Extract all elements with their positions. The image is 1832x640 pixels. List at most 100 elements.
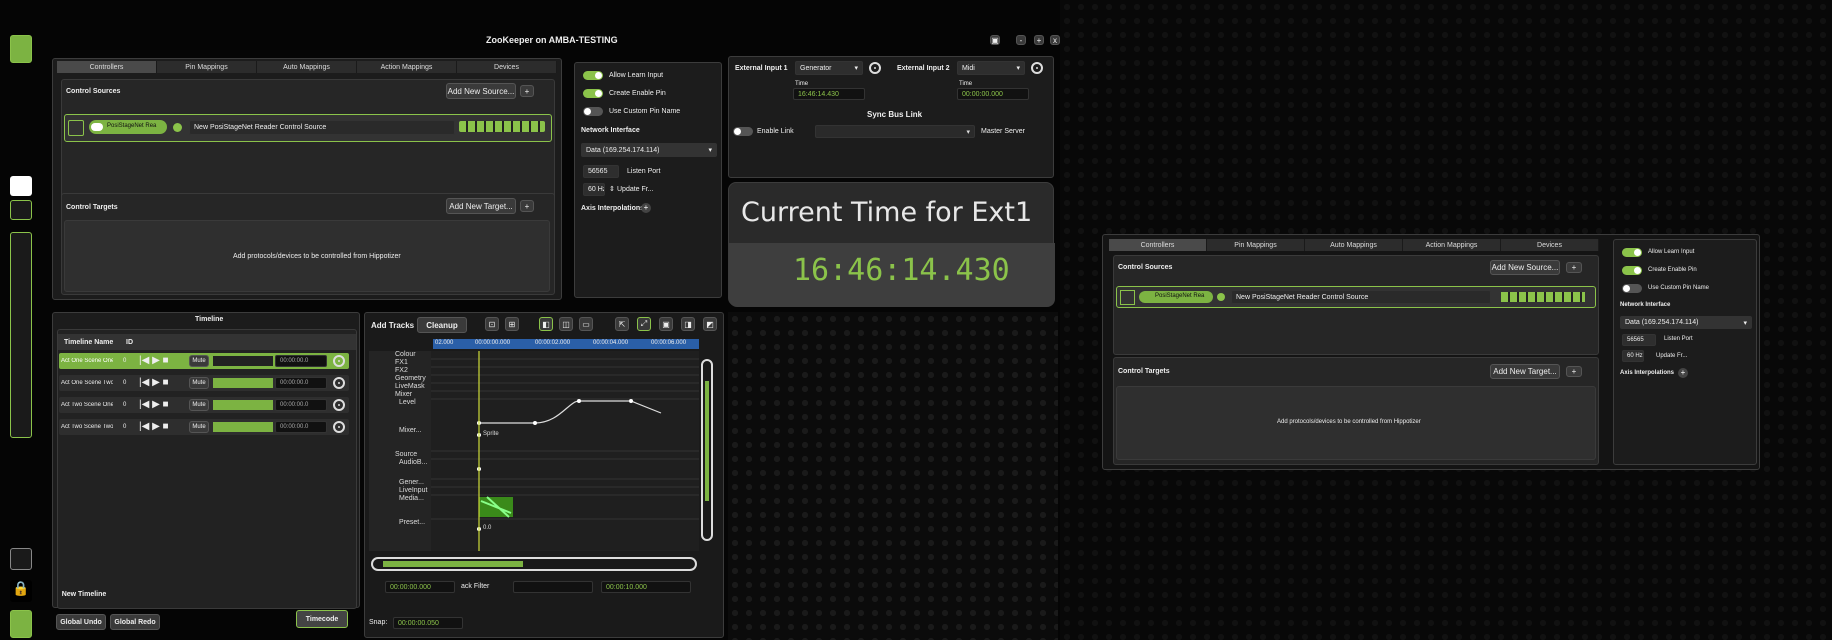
lock-icon[interactable]: 🔒 xyxy=(10,580,32,602)
toolbar-icon-c[interactable]: ◧ xyxy=(539,317,553,331)
new-timeline-button[interactable]: New Timeline xyxy=(59,587,109,601)
zoom-source-name-field[interactable]: New PosiStageNet Reader Control Source xyxy=(1231,290,1491,304)
track-area[interactable]: Colour FX1 FX2 Geometry LiveMask Mixer L… xyxy=(369,351,699,551)
list-icon[interactable] xyxy=(10,548,32,570)
zoom-create-enable-toggle[interactable] xyxy=(1622,266,1642,275)
enable-link-toggle[interactable] xyxy=(733,127,753,136)
add-target-plus-button[interactable]: + xyxy=(520,200,534,212)
custom-pin-toggle[interactable] xyxy=(583,107,603,116)
zoom-source-type-pill[interactable]: PosiStageNet Rea xyxy=(1139,291,1213,303)
timeline-row[interactable]: Act One Scene Two 0 |◀ ▶ ■ Mute 00:00:00… xyxy=(59,375,349,391)
network-interface-select[interactable]: Data (169.254.174.114) ▾ xyxy=(581,143,717,157)
global-redo-button[interactable]: Global Redo xyxy=(110,614,160,630)
zoom-port-field[interactable]: 56565 xyxy=(1622,334,1656,346)
hippo-user-icon[interactable] xyxy=(10,610,32,638)
tab-pin-mappings[interactable]: Pin Mappings xyxy=(157,61,257,73)
window-pin-icon[interactable]: ▣ xyxy=(990,35,1000,45)
horizontal-scroll-thumb[interactable] xyxy=(383,561,523,567)
allow-learn-toggle[interactable] xyxy=(583,71,603,80)
zoom-tab-controllers[interactable]: Controllers xyxy=(1109,239,1207,251)
tab-controllers[interactable]: Controllers xyxy=(57,61,157,73)
window-close-button[interactable]: x xyxy=(1050,35,1060,45)
range-start-field[interactable]: 00:00:00.000 xyxy=(385,581,455,593)
source-toggle[interactable] xyxy=(91,123,103,131)
add-new-source-button[interactable]: Add New Source... xyxy=(446,83,516,99)
source-type-pill[interactable]: PosiStageNet Rea xyxy=(89,120,167,134)
zoom-add-source-button[interactable]: Add New Source... xyxy=(1490,260,1560,275)
add-source-plus-button[interactable]: + xyxy=(520,85,534,97)
zoom-source-row[interactable]: PosiStageNet Rea New PosiStageNet Reader… xyxy=(1116,286,1596,308)
zoom-tab-pin-mappings[interactable]: Pin Mappings xyxy=(1207,239,1305,251)
source-checkbox[interactable] xyxy=(68,120,84,136)
add-new-target-button[interactable]: Add New Target... xyxy=(446,198,516,214)
columns-icon[interactable] xyxy=(10,176,32,196)
toolbar-icon-f[interactable]: ⇱ xyxy=(615,317,629,331)
zookeeper-logo-icon[interactable] xyxy=(10,35,32,63)
toolbar-icon-b[interactable]: ⊞ xyxy=(505,317,519,331)
transport-icon[interactable]: |◀ ▶ ■ xyxy=(139,355,169,366)
create-enable-toggle[interactable] xyxy=(583,89,603,98)
mute-button[interactable]: Mute xyxy=(189,355,209,367)
external-input-2-settings-icon[interactable] xyxy=(1031,62,1043,74)
external-input-1-select[interactable]: Generator ▾ xyxy=(795,61,863,75)
mute-button[interactable]: Mute xyxy=(189,421,209,433)
window-minimize-button[interactable]: - xyxy=(1016,35,1026,45)
zoom-tab-auto-mappings[interactable]: Auto Mappings xyxy=(1305,239,1403,251)
toolbar-icon-d[interactable]: ◫ xyxy=(559,317,573,331)
vertical-scrollbar[interactable] xyxy=(701,359,713,541)
zoom-source-info-icon[interactable] xyxy=(1217,293,1225,301)
tab-devices[interactable]: Devices xyxy=(457,61,557,73)
vertical-scroll-thumb[interactable] xyxy=(705,381,709,501)
zoom-add-source-plus-button[interactable]: + xyxy=(1566,262,1582,273)
zoom-custom-pin-toggle[interactable] xyxy=(1622,284,1642,293)
toolbar-icon-i[interactable]: ◨ xyxy=(681,317,695,331)
transport-icon[interactable]: |◀ ▶ ■ xyxy=(139,399,169,410)
toolbar-icon-j[interactable]: ◩ xyxy=(703,317,717,331)
tab-action-mappings[interactable]: Action Mappings xyxy=(357,61,457,73)
master-server-select[interactable]: ▾ xyxy=(815,125,975,138)
timeline-row-settings-icon[interactable] xyxy=(333,355,345,367)
timeline-row[interactable]: Act Two Scene Two 0 |◀ ▶ ■ Mute 00:00:00… xyxy=(59,419,349,435)
listen-port-field[interactable]: 56565 xyxy=(583,165,619,178)
toolbar-icon-a[interactable]: ⊡ xyxy=(485,317,499,331)
global-undo-button[interactable]: Global Undo xyxy=(56,614,106,630)
automation-curve[interactable] xyxy=(369,351,699,551)
window-maximize-button[interactable]: + xyxy=(1034,35,1044,45)
zoom-rate-field[interactable]: 60 Hz xyxy=(1622,350,1644,362)
mute-button[interactable]: Mute xyxy=(189,399,209,411)
cleanup-button[interactable]: Cleanup xyxy=(417,317,467,333)
horizontal-scrollbar[interactable] xyxy=(371,557,697,571)
mapping-icon[interactable] xyxy=(10,200,32,220)
external-input-1-settings-icon[interactable] xyxy=(869,62,881,74)
range-end-field[interactable]: 00:00:10.000 xyxy=(601,581,691,593)
zoom-source-checkbox[interactable] xyxy=(1120,290,1135,305)
source-row[interactable]: PosiStageNet Rea New PosiStageNet Reader… xyxy=(64,114,552,142)
zoom-axis-add-icon[interactable]: + xyxy=(1678,368,1688,378)
timeline-row-settings-icon[interactable] xyxy=(333,421,345,433)
add-tracks-label[interactable]: Add Tracks xyxy=(371,321,414,330)
update-rate-field[interactable]: 60 Hz xyxy=(583,183,605,196)
transport-icon[interactable]: |◀ ▶ ■ xyxy=(139,377,169,388)
toolbar-icon-e[interactable]: ▭ xyxy=(579,317,593,331)
zoom-add-target-button[interactable]: Add New Target... xyxy=(1490,364,1560,379)
timecode-button[interactable]: Timecode xyxy=(296,610,348,628)
mute-button[interactable]: Mute xyxy=(189,377,209,389)
transport-icon[interactable]: |◀ ▶ ■ xyxy=(139,421,169,432)
zoom-network-select[interactable]: Data (169.254.174.114) ▾ xyxy=(1620,316,1752,329)
track-filter-field[interactable] xyxy=(513,581,593,593)
zoom-tab-devices[interactable]: Devices xyxy=(1501,239,1599,251)
external-input-2-select[interactable]: Midi ▾ xyxy=(957,61,1025,75)
axis-add-icon[interactable]: + xyxy=(641,203,651,213)
zoom-allow-learn-toggle[interactable] xyxy=(1622,248,1642,257)
toolbar-icon-h[interactable]: ▣ xyxy=(659,317,673,331)
sidebar-slot-strip[interactable] xyxy=(10,232,32,438)
snap-value-field[interactable]: 00:00:00.050 xyxy=(393,617,463,629)
timeline-row-settings-icon[interactable] xyxy=(333,399,345,411)
zoom-tab-action-mappings[interactable]: Action Mappings xyxy=(1403,239,1501,251)
tab-auto-mappings[interactable]: Auto Mappings xyxy=(257,61,357,73)
source-name-field[interactable]: New PosiStageNet Reader Control Source xyxy=(189,120,455,135)
source-info-icon[interactable] xyxy=(173,123,182,132)
timeline-row-settings-icon[interactable] xyxy=(333,377,345,389)
toolbar-icon-g[interactable]: ⤢ xyxy=(637,317,651,331)
update-rate-stepper-icon[interactable]: ⇕ xyxy=(609,185,615,193)
